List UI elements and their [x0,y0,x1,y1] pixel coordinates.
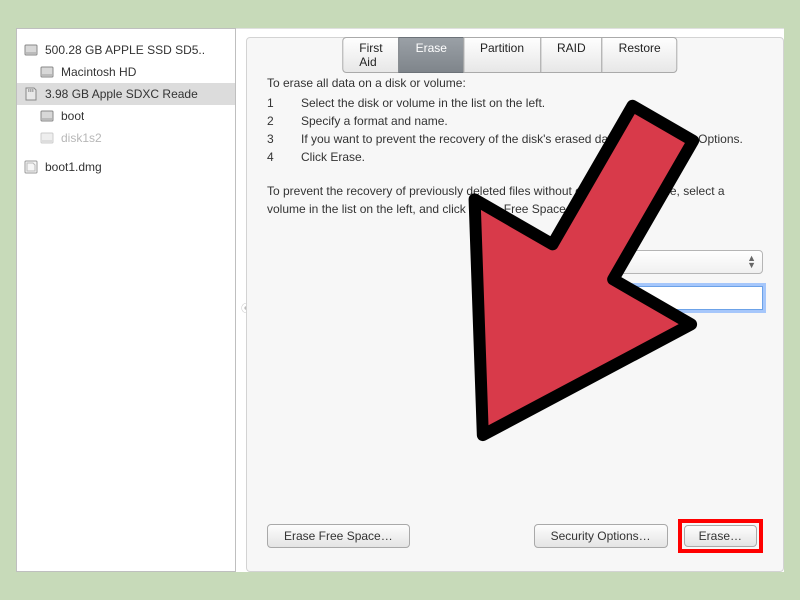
name-row: Name: BOOT [267,286,763,310]
tab-label: RAID [557,41,586,55]
device-sidebar: 500.28 GB APPLE SSD SD5.. Macintosh HD 3… [16,28,236,572]
device-tree: 500.28 GB APPLE SSD SD5.. Macintosh HD 3… [17,35,235,149]
step-number: 1 [267,94,277,112]
disk-utility-window: 500.28 GB APPLE SSD SD5.. Macintosh HD 3… [16,28,784,572]
step-text: Specify a format and name. [301,112,448,130]
name-value: BOOT [536,287,573,302]
erase-panel: To erase all data on a disk or volume: 1… [246,37,784,572]
tab-label: Partition [480,41,524,55]
dmg-icon [23,159,39,175]
hdd-icon [23,42,39,58]
security-options-button[interactable]: Security Options… [534,524,668,548]
instructions: To erase all data on a disk or volume: 1… [267,74,763,218]
tree-item-label: 500.28 GB APPLE SSD SD5.. [45,43,205,57]
main-panel: First Aid Erase Partition RAID Restore T… [236,28,784,572]
format-row: Format: MS- ▲▼ [267,250,763,274]
name-input[interactable]: BOOT [527,286,763,310]
updown-icon: ▲▼ [747,255,756,269]
tree-item-disk-ssd[interactable]: 500.28 GB APPLE SSD SD5.. [17,39,235,61]
button-row: Erase Free Space… Security Options… Eras… [267,519,763,553]
tab-label: Restore [619,41,661,55]
tab-restore[interactable]: Restore [602,37,678,73]
erase-form: Format: MS- ▲▼ Name: BOOT [267,250,763,310]
instructions-intro: To erase all data on a disk or volume: [267,74,763,92]
tree-item-label: disk1s2 [61,131,102,145]
step-number: 2 [267,112,277,130]
instructions-para2: To prevent the recovery of previously de… [267,182,763,218]
tab-label: First Aid [359,41,382,69]
tree-item-volume-disk1s2[interactable]: disk1s2 [17,127,235,149]
hdd-icon [39,64,55,80]
button-label: Security Options… [551,529,651,543]
tree-item-label: Macintosh HD [61,65,136,79]
tree-item-label: boot1.dmg [45,160,102,174]
tree-item-label: boot [61,109,84,123]
step-text: If you want to prevent the recovery of t… [301,130,743,148]
step-text: Select the disk or volume in the list on… [301,94,545,112]
instructions-steps: 1 Select the disk or volume in the list o… [267,94,763,166]
text-caret [574,289,575,303]
hdd-icon [39,130,55,146]
button-label: Erase… [699,529,742,543]
erase-free-space-button[interactable]: Erase Free Space… [267,524,410,548]
step-number: 4 [267,148,277,166]
hdd-icon [39,108,55,124]
step-number: 3 [267,130,277,148]
tab-bar: First Aid Erase Partition RAID Restore [342,37,677,73]
format-label: Format: [267,255,527,269]
format-value: MS- [538,255,560,269]
tree-item-label: 3.98 GB Apple SDXC Reade [45,87,198,101]
tab-label: Erase [416,41,447,55]
tree-item-volume-boot[interactable]: boot [17,105,235,127]
tab-raid[interactable]: RAID [540,37,603,73]
tree-item-volume-macintosh-hd[interactable]: Macintosh HD [17,61,235,83]
tree-item-disk-sdxc[interactable]: 3.98 GB Apple SDXC Reade [17,83,235,105]
highlight-annotation: Erase… [678,519,763,553]
tree-item-dmg[interactable]: boot1.dmg [17,149,235,178]
name-label: Name: [267,291,527,305]
erase-button[interactable]: Erase… [684,525,757,547]
tab-erase[interactable]: Erase [399,37,464,73]
tab-partition[interactable]: Partition [463,37,541,73]
format-select[interactable]: MS- ▲▼ [527,250,763,274]
step-text: Click Erase. [301,148,365,166]
button-label: Erase Free Space… [284,529,393,543]
tab-first-aid[interactable]: First Aid [342,37,399,73]
sd-card-icon [23,86,39,102]
